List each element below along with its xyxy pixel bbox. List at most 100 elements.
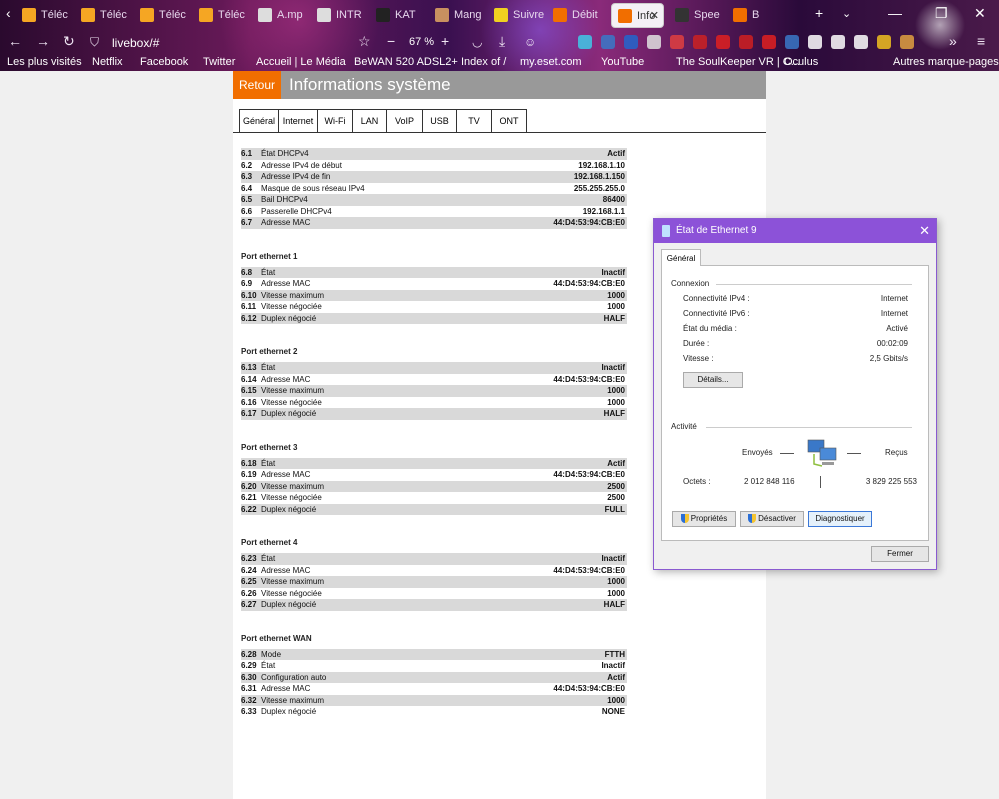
tab-close-icon[interactable]: ✕ (650, 4, 659, 27)
bookmark-item[interactable]: Twitter (203, 56, 235, 68)
table-row: 6.30 Configuration auto Actif (241, 671, 627, 683)
tab-tv[interactable]: TV (457, 109, 492, 133)
browser-tab[interactable]: KAT (376, 3, 430, 28)
connexion-group-label: Connexion (671, 279, 710, 288)
row-label: État (261, 267, 276, 277)
reload-icon[interactable]: ↻ (63, 33, 75, 50)
extension-icon[interactable] (670, 35, 684, 49)
more-tools-icon[interactable]: » (949, 33, 957, 49)
back-button[interactable]: Retour (233, 71, 281, 99)
close-window-button[interactable]: ✕ (974, 5, 986, 22)
menu-icon[interactable]: ≡ (977, 33, 985, 49)
browser-tab[interactable]: Spee (675, 3, 729, 28)
browser-tab[interactable]: Téléc (140, 3, 194, 28)
table-row: 6.31 Adresse MAC 44:D4:53:94:CB:E0 (241, 683, 627, 695)
browser-tab[interactable]: Téléc (81, 3, 135, 28)
bookmark-item[interactable]: Netflix (92, 56, 123, 68)
diagnose-button[interactable]: Diagnostiquer (808, 511, 872, 527)
extension-icon[interactable] (762, 35, 776, 49)
dialog-close-icon[interactable]: ✕ (919, 219, 930, 243)
bookmark-item[interactable]: my.eset.com (520, 56, 582, 68)
row-value: FTTH (604, 649, 625, 659)
browser-tab[interactable]: INTR (317, 3, 371, 28)
table-row: 6.7 Adresse MAC 44:D4:53:94:CB:E0 (241, 217, 627, 229)
extension-icon[interactable] (716, 35, 730, 49)
back-icon[interactable]: ← (8, 33, 22, 49)
extension-icon[interactable] (808, 35, 822, 49)
bookmark-item[interactable]: Facebook (140, 56, 188, 68)
url-bar[interactable]: livebox/# (112, 36, 159, 50)
browser-tab[interactable]: Suivre (494, 3, 548, 28)
row-number: 6.23 (241, 554, 257, 563)
bookmark-item[interactable]: Accueil | Le Média (256, 56, 346, 68)
bookmark-item[interactable]: BeWAN 520 ADSL2+ (354, 56, 458, 68)
tab-lan[interactable]: LAN (353, 109, 387, 133)
browser-tab[interactable]: Débit (553, 3, 607, 28)
bookmark-item[interactable]: Les plus visités (7, 56, 82, 68)
row-label: État (261, 554, 276, 563)
row-number: 6.2 (241, 160, 253, 170)
extension-icon[interactable] (739, 35, 753, 49)
browser-tab-label: A.mp (277, 9, 303, 21)
minimize-button[interactable]: — (888, 5, 902, 21)
browser-tab[interactable]: Téléc (22, 3, 76, 28)
table-row: 6.8 État Inactif (241, 266, 627, 278)
section-title: Port ethernet WAN (241, 633, 312, 643)
extension-icon[interactable] (647, 35, 661, 49)
row-value: Actif (607, 149, 625, 158)
bookmark-item[interactable]: The SoulKeeper VR | C... (676, 56, 800, 68)
extension-icon[interactable] (578, 35, 592, 49)
zoom-in-icon[interactable]: + (441, 33, 449, 49)
extension-icon[interactable] (854, 35, 868, 49)
forward-icon[interactable]: → (36, 33, 50, 49)
tab-internet[interactable]: Internet (279, 109, 318, 133)
browser-tab[interactable]: B (733, 3, 787, 28)
new-tab-button[interactable]: + (815, 5, 823, 21)
tab-general[interactable]: Général (661, 249, 701, 266)
extension-icon[interactable] (900, 35, 914, 49)
tab-voip[interactable]: VoIP (387, 109, 423, 133)
row-value: HALF (603, 409, 625, 418)
row-value: HALF (603, 313, 625, 323)
extension-icon[interactable] (693, 35, 707, 49)
tab-wifi[interactable]: Wi-Fi (318, 109, 353, 133)
details-button[interactable]: Détails... (683, 372, 743, 388)
bookmark-item[interactable]: YouTube (601, 56, 644, 68)
zoom-out-icon[interactable]: − (387, 33, 395, 49)
disable-button[interactable]: Désactiver (740, 511, 804, 527)
tab-scroll-left-icon[interactable]: ‹ (6, 5, 11, 21)
tab-ont[interactable]: ONT (492, 109, 527, 133)
table-row: 6.11 Vitesse négociée 1000 (241, 301, 627, 313)
bookmarks-bar: Les plus visités Netflix Facebook Twitter Ac… (0, 55, 999, 71)
extension-icon[interactable] (831, 35, 845, 49)
tab-gnral[interactable]: Général (239, 109, 279, 133)
pocket-icon[interactable]: ◡ (472, 35, 482, 49)
extension-icon[interactable] (877, 35, 891, 49)
extension-icon[interactable] (601, 35, 615, 49)
browser-tab[interactable]: A.mp (258, 3, 312, 28)
table-row: 6.10 Vitesse maximum 1000 (241, 289, 627, 301)
maximize-button[interactable]: ❐ (935, 5, 948, 22)
zoom-level[interactable]: 67 % (409, 36, 434, 48)
browser-tab[interactable]: Téléc (199, 3, 253, 28)
extension-icon[interactable] (785, 35, 799, 49)
properties-button[interactable]: Propriétés (672, 511, 736, 527)
tab-list-icon[interactable]: ⌄ (842, 7, 851, 20)
close-button[interactable]: Fermer (871, 546, 929, 562)
bookmark-star-icon[interactable]: ☆ (358, 33, 371, 50)
extension-icon[interactable] (624, 35, 638, 49)
favicon-icon (258, 8, 272, 23)
table-row: 6.9 Adresse MAC 44:D4:53:94:CB:E0 (241, 278, 627, 290)
bookmark-item[interactable]: Autres marque-pages (893, 56, 999, 68)
shield-icon[interactable]: ⛉ (90, 35, 99, 50)
download-icon[interactable]: ⤓ (499, 33, 505, 50)
row-label: Duplex négocié (261, 409, 317, 418)
row-value: Inactif (601, 554, 625, 563)
table-row: 6.26 Vitesse négociée 1000 (241, 588, 627, 600)
browser-tab[interactable]: Mang (435, 3, 489, 28)
bookmark-item[interactable]: Oculus (784, 56, 818, 68)
bookmark-item[interactable]: Index of / (461, 56, 506, 68)
browser-tab[interactable]: Info ✕ (611, 3, 664, 28)
account-icon[interactable]: ☺ (524, 35, 536, 49)
tab-usb[interactable]: USB (423, 109, 457, 133)
